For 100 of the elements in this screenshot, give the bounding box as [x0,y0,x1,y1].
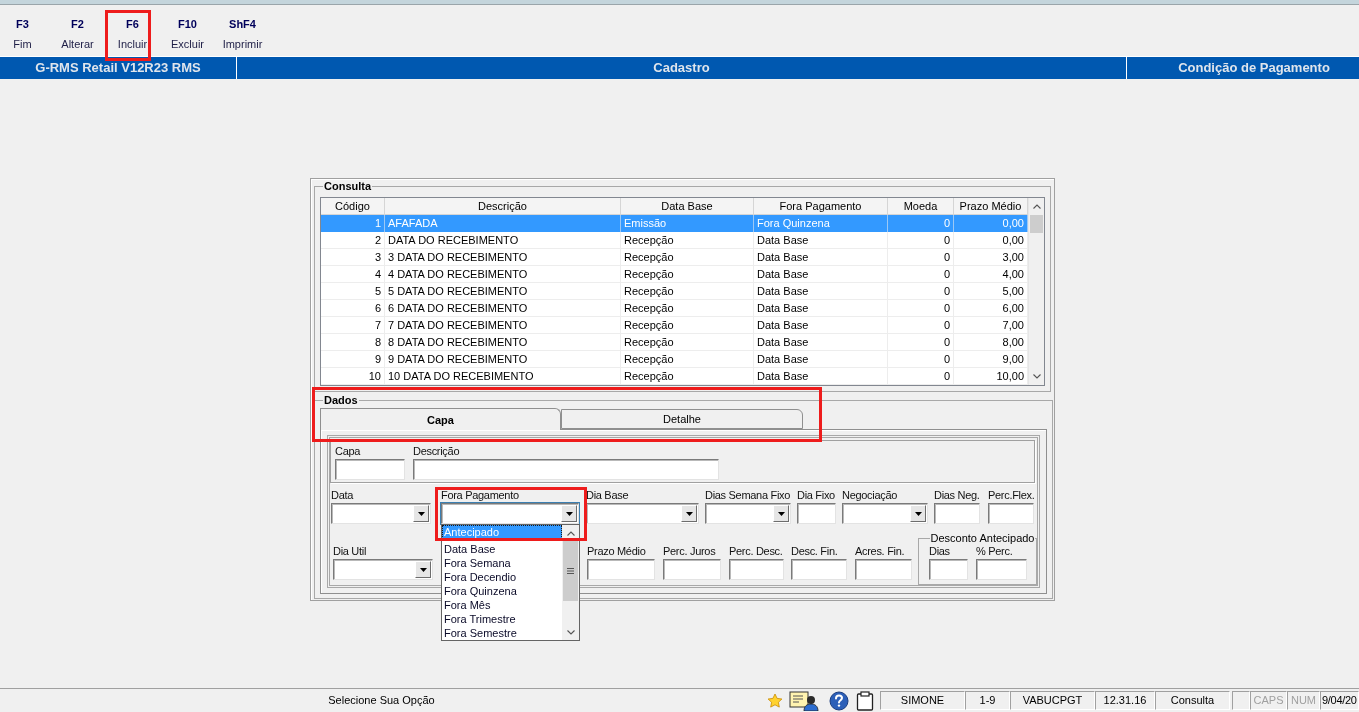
table-cell: Recepção [621,368,754,385]
column-header[interactable]: Fora Pagamento [754,198,888,215]
field-label: Dias [929,545,951,558]
field-label: Acres. Fin. [855,545,906,558]
dropdown-button[interactable] [773,505,789,522]
table-cell: 0 [888,368,954,385]
input-field[interactable] [335,459,405,480]
input-field[interactable] [976,559,1027,580]
column-header[interactable]: Moeda [888,198,954,215]
group-title: Desconto Antecipado [929,532,1036,545]
table-cell: 10 DATA DO RECEBIMENTO [385,368,621,385]
field-label: Perc.Flex. [988,489,1034,502]
field-label: Prazo Médio [587,545,647,558]
user-card-icon[interactable] [789,690,819,711]
status-indicator: CAPS [1250,691,1287,710]
table-row[interactable]: 2 DATA DO RECEBIMENTO Recepção Data Base 0 0,00 [321,232,1028,249]
scrollbar-thumb[interactable] [563,541,578,601]
dropdown-option[interactable]: Fora Trimestre [442,612,562,626]
module-title: Cadastro [653,59,710,78]
group-title: Consulta [323,180,373,193]
toolbar-button[interactable]: F2 Alterar [50,5,105,56]
input-field[interactable] [587,559,655,580]
field-label: Negociação [842,489,899,502]
dropdown-button[interactable] [561,505,577,522]
field-label: Dia Fixo [797,489,836,502]
star-icon[interactable] [767,692,783,709]
toolbar-button[interactable]: ShF4 Imprimir [215,5,270,56]
chevron-up-icon [566,530,575,536]
column-header[interactable]: Descrição [385,198,621,215]
column-header[interactable]: Prazo Médio [954,198,1028,215]
scrollbar[interactable] [1028,198,1044,385]
column-header[interactable]: Data Base [621,198,754,215]
dropdown-option[interactable]: Fora Quinzena [442,584,562,598]
status-date: 9/04/20 [1320,691,1359,710]
chevron-up-icon [1032,204,1041,209]
chevron-down-icon [1032,374,1041,379]
field-label: Perc. Desc. [729,545,784,558]
table-row[interactable]: 8 8 DATA DO RECEBIMENTO Recepção Data Base 0 8,00 [321,334,1028,351]
dropdown-option[interactable]: Fora Decendio [442,570,562,584]
input-field[interactable] [729,559,784,580]
dropdown-button[interactable] [910,505,926,522]
caret-down-icon [417,511,425,516]
dropdown-button[interactable] [415,561,431,578]
status-panel: Consulta [1155,691,1230,710]
status-panel: SIMONE [880,691,965,710]
status-panel: VABUCPGT [1010,691,1095,710]
table-row[interactable]: 7 7 DATA DO RECEBIMENTO Recepção Data Base 0 7,00 [321,317,1028,334]
input-field[interactable] [413,459,719,480]
combo-box[interactable] [333,559,433,580]
input-field[interactable] [791,559,847,580]
field-label: Data [331,489,355,502]
caret-down-icon [565,511,573,516]
clipboard-icon[interactable] [856,690,874,711]
help-icon[interactable] [829,690,849,711]
table-row[interactable]: 4 4 DATA DO RECEBIMENTO Recepção Data Base 0 4,00 [321,266,1028,283]
dropdown-option[interactable]: Fora Semestre [442,626,562,640]
chevron-down-icon [566,629,575,635]
scrollbar-thumb[interactable] [1030,215,1043,233]
field-label: Dia Base [586,489,630,502]
field-label: Fora Pagamento [441,489,520,502]
scrollbar[interactable] [562,525,579,640]
toolbar-button[interactable]: F10 Excluir [160,5,215,56]
table-row[interactable]: 3 3 DATA DO RECEBIMENTO Recepção Data Base 0 3,00 [321,249,1028,266]
tab[interactable]: Capa [320,408,561,430]
dropdown-button[interactable] [413,505,429,522]
table-row[interactable]: 6 6 DATA DO RECEBIMENTO Recepção Data Base 0 6,00 [321,300,1028,317]
caret-down-icon [685,511,693,516]
table-cell: 10 [321,368,385,385]
grip-icon [567,568,574,574]
input-field[interactable] [929,559,968,580]
dropdown-option[interactable]: Fora Mês [442,598,562,612]
toolbar-button[interactable]: F3 Fim [0,5,50,56]
input-field[interactable] [663,559,721,580]
combo-box[interactable] [441,503,579,524]
status-panel: 12.31.16 [1095,691,1155,710]
status-message: Selecione Sua Opção [328,693,435,709]
column-header[interactable]: Código [321,198,385,215]
group-title: Dados [323,394,359,407]
dropdown-option[interactable]: Data Base [442,542,562,556]
field-label: Dia Util [333,545,368,558]
toolbar-button[interactable]: F6 Incluir [105,5,160,56]
input-field[interactable] [988,503,1034,524]
tab[interactable]: Detalhe [561,409,803,429]
combo-box[interactable] [586,503,699,524]
input-field[interactable] [797,503,836,524]
combo-box[interactable] [842,503,928,524]
table-row[interactable]: 5 5 DATA DO RECEBIMENTO Recepção Data Base 0 5,00 [321,283,1028,300]
input-field[interactable] [855,559,912,580]
field-label: Desc. Fin. [791,545,839,558]
caret-down-icon [419,567,427,572]
dropdown-button[interactable] [681,505,697,522]
table-cell: Data Base [754,368,888,385]
screen-title: Condição de Pagamento [1178,59,1330,78]
table-row[interactable]: 10 10 DATA DO RECEBIMENTO Recepção Data Base 0 10,00 [321,368,1028,385]
field-label: Perc. Juros [663,545,717,558]
input-field[interactable] [934,503,980,524]
dropdown-option[interactable]: Fora Semana [442,556,562,570]
combo-box[interactable] [705,503,791,524]
combo-box[interactable] [331,503,431,524]
table-row[interactable]: 9 9 DATA DO RECEBIMENTO Recepção Data Base 0 9,00 [321,351,1028,368]
